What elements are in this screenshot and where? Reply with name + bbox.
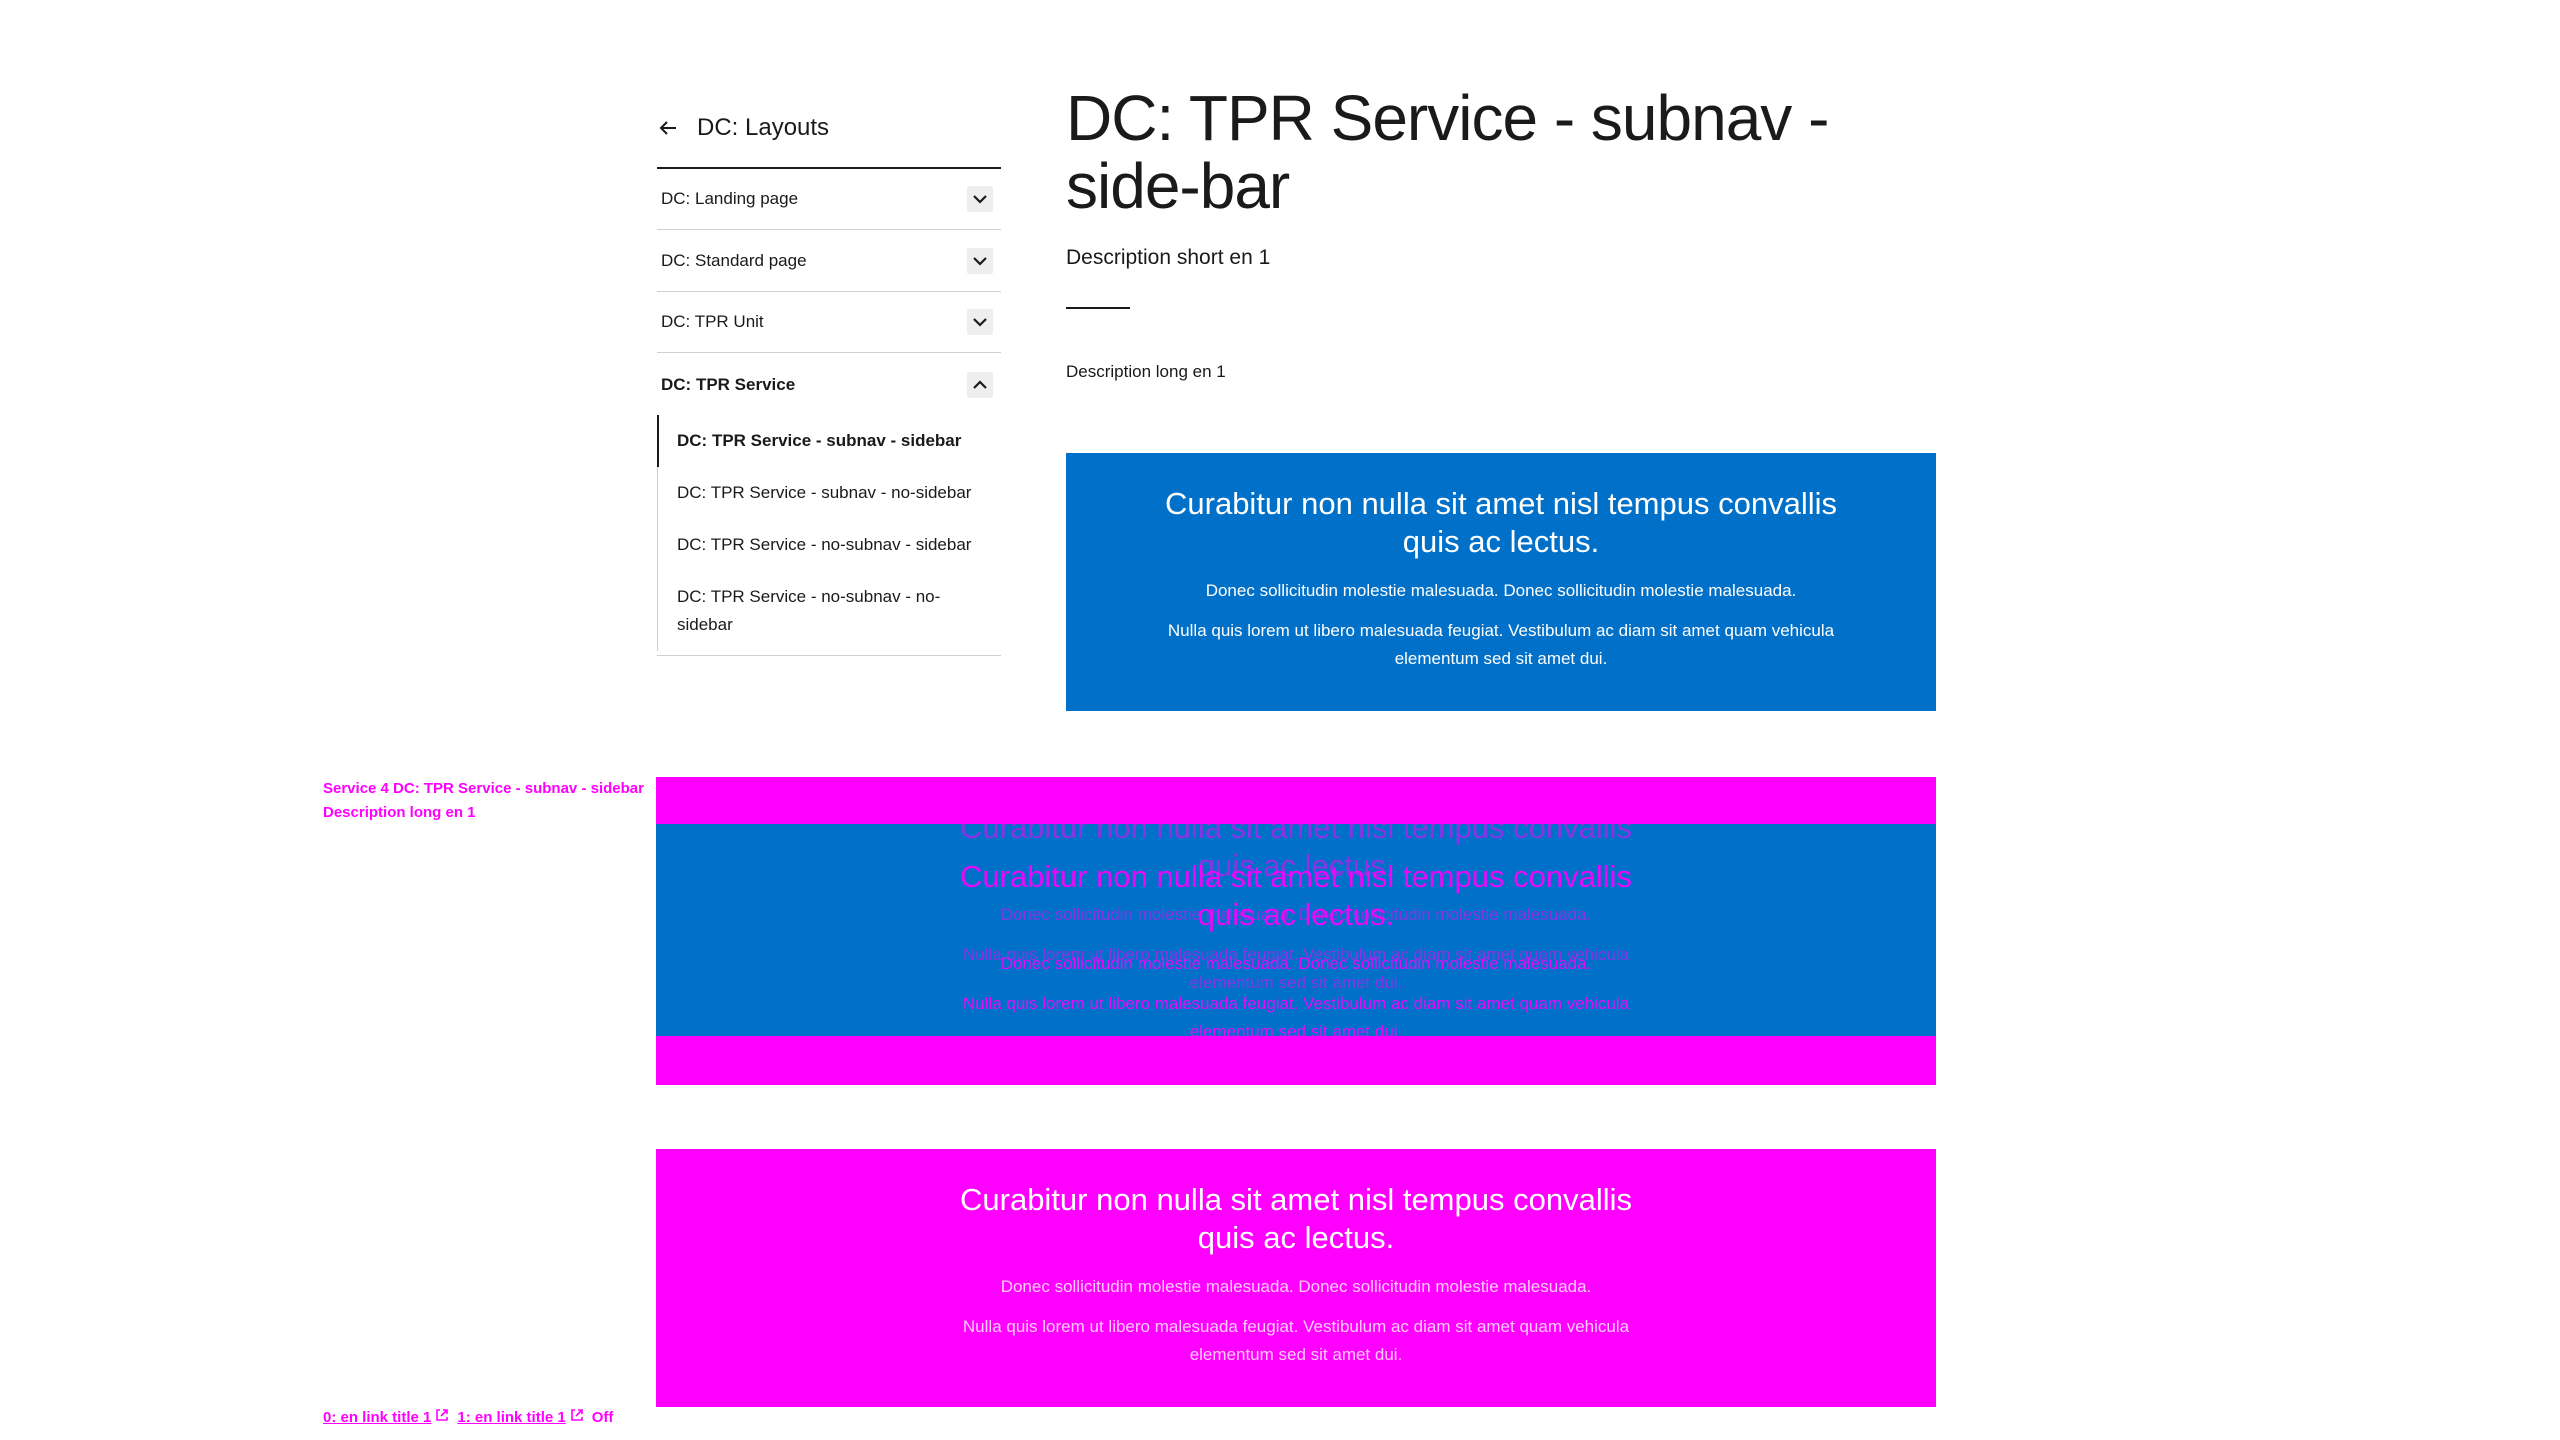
chevron-down-icon[interactable] — [967, 309, 993, 335]
chevron-down-icon[interactable] — [967, 248, 993, 274]
sidebar-section-label: DC: Standard page — [661, 251, 807, 270]
sidebar-section-landing-page[interactable]: DC: Landing page — [657, 169, 1001, 230]
arrow-left-icon — [657, 117, 679, 139]
promo-paragraph-2: Nulla quis lorem ut libero malesuada feu… — [1167, 621, 1835, 668]
debug-meta: Service 4 DC: TPR Service - subnav - sid… — [323, 777, 663, 825]
sidebar-subnav: DC: TPR Service - subnav - sidebar DC: T… — [657, 415, 1001, 651]
description-short: Description short en 1 — [1066, 246, 1271, 269]
sidebar-section-label: DC: Landing page — [661, 189, 799, 208]
external-link-icon — [435, 1408, 449, 1426]
promo-banner: Curabitur non nulla sit amet nisl tempus… — [1066, 453, 1936, 711]
debug-link-0[interactable]: 0: en link title 1 — [323, 1408, 449, 1426]
chevron-down-icon[interactable] — [967, 186, 993, 212]
description-long: Description long en 1 — [1066, 362, 1226, 381]
sidebar-bottom-divider — [657, 655, 1001, 656]
debug-description-line: Description long en 1 — [323, 804, 476, 821]
debug-link-label: 1: en link title 1 — [457, 1408, 566, 1426]
sidebar-section-tpr-unit[interactable]: DC: TPR Unit — [657, 292, 1001, 353]
sidebar-section-tpr-service[interactable]: DC: TPR Service — [657, 354, 1001, 415]
debug-promo-heading: Curabitur non nulla sit amet nisl tempus… — [960, 859, 1632, 932]
subnav-item-subnav-no-sidebar[interactable]: DC: TPR Service - subnav - no-sidebar — [657, 467, 1001, 519]
debug-promo-paragraph-1: Donec sollicitudin molestie malesuada. D… — [1000, 1277, 1592, 1296]
sidebar-section-standard-page[interactable]: DC: Standard page — [657, 231, 1001, 292]
debug-link-label: 0: en link title 1 — [323, 1408, 432, 1426]
sidebar-back-label: DC: Layouts — [697, 114, 830, 141]
page-title: DC: TPR Service - subnav - side-bar — [1066, 82, 1829, 222]
sidebar-section-label: DC: TPR Unit — [661, 312, 764, 331]
debug-status: Off — [591, 1408, 614, 1426]
debug-promo-paragraph-2: Nulla quis lorem ut libero malesuada feu… — [962, 994, 1630, 1041]
sidebar-back-link[interactable]: DC: Layouts — [657, 108, 829, 148]
chevron-up-icon[interactable] — [967, 371, 993, 398]
promo-heading: Curabitur non nulla sit amet nisl tempus… — [1165, 486, 1837, 559]
sidebar-section-label: DC: TPR Service — [661, 374, 796, 394]
debug-links: 0: en link title 1 1: en link title 1 Of… — [323, 1408, 613, 1426]
debug-promo-paragraph-2: Nulla quis lorem ut libero malesuada feu… — [962, 1317, 1630, 1364]
debug-link-1[interactable]: 1: en link title 1 — [457, 1408, 583, 1426]
debug-service-line: Service 4 DC: TPR Service - subnav - sid… — [323, 780, 644, 797]
external-link-icon — [570, 1408, 584, 1426]
title-divider — [1066, 307, 1130, 309]
promo-paragraph-1: Donec sollicitudin molestie malesuada. D… — [1205, 581, 1797, 600]
subnav-item-no-subnav-sidebar[interactable]: DC: TPR Service - no-subnav - sidebar — [657, 519, 1001, 571]
debug-promo-paragraph-1: Donec sollicitudin molestie malesuada. D… — [1000, 954, 1592, 973]
debug-promo-ghost-2: Curabitur non nulla sit amet nisl tempus… — [656, 826, 1936, 1046]
subnav-item-no-subnav-no-sidebar[interactable]: DC: TPR Service - no-subnav - no-sidebar — [657, 571, 1001, 651]
subnav-item-subnav-sidebar[interactable]: DC: TPR Service - subnav - sidebar — [657, 415, 1001, 467]
debug-promo-heading: Curabitur non nulla sit amet nisl tempus… — [960, 1182, 1632, 1255]
debug-promo-magenta: Curabitur non nulla sit amet nisl tempus… — [656, 1149, 1936, 1407]
